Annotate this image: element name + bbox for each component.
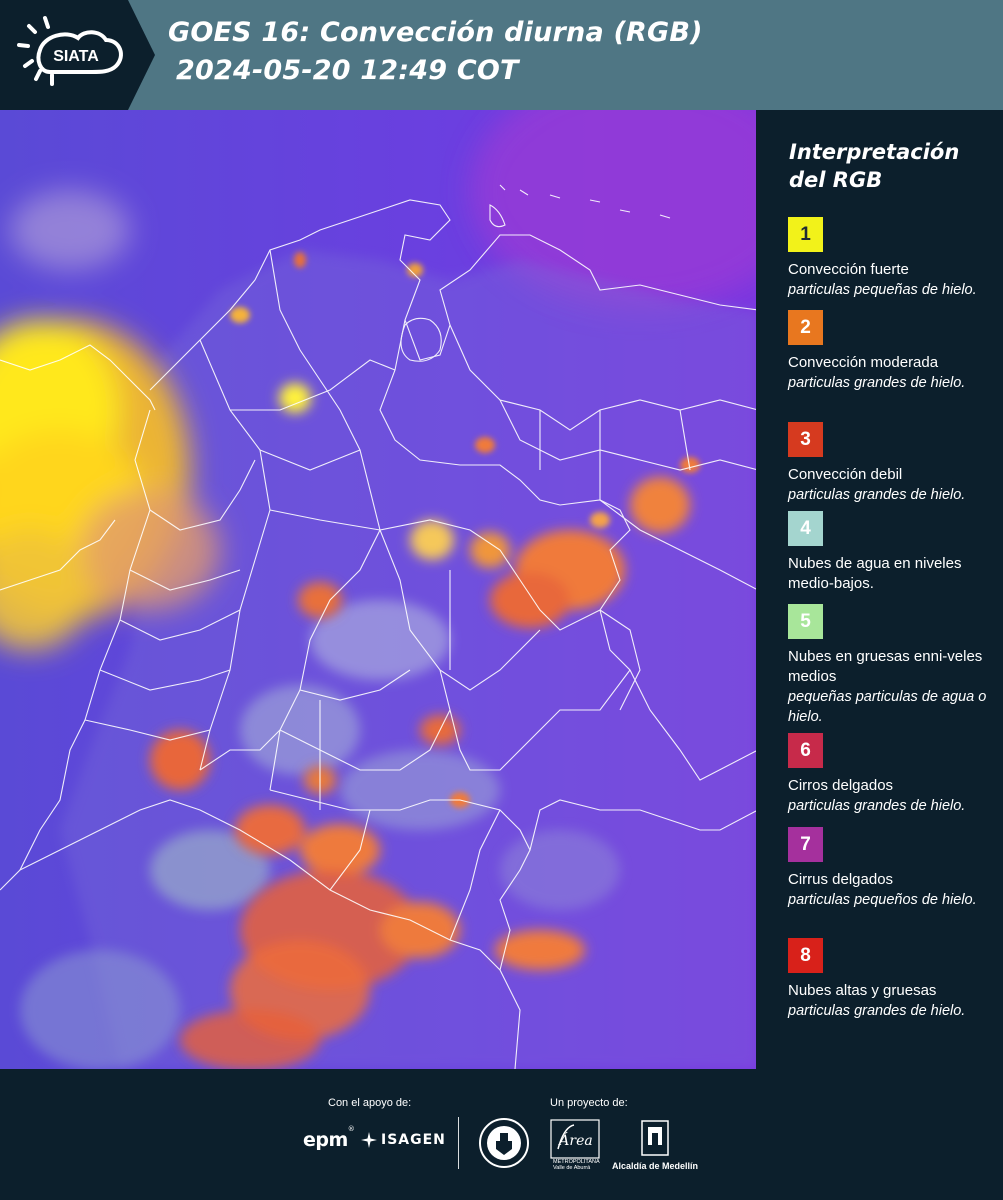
legend-desc-3: particulas grandes de hielo. bbox=[788, 487, 966, 503]
legend-swatch-6: 6 bbox=[788, 733, 823, 768]
legend-name-5: Nubes en gruesas enni-veles medios bbox=[788, 648, 983, 685]
legend-title: Interpretación del RGB bbox=[789, 140, 960, 192]
footer-divider bbox=[458, 1117, 459, 1169]
legend-swatch-5: 5 bbox=[788, 604, 823, 639]
legend-swatch-8: 8 bbox=[788, 938, 823, 973]
siata-logo[interactable]: SIATA bbox=[0, 0, 160, 110]
legend-entry-7: 7 Cirrus delgados particulas pequeños de… bbox=[788, 827, 988, 910]
legend-entry-8: 8 Nubes altas y gruesas particulas grand… bbox=[788, 938, 988, 1021]
alcaldia-label: Alcaldía de Medellín bbox=[612, 1161, 699, 1171]
legend-name-1: Convección fuerte bbox=[788, 261, 909, 278]
legend-desc-6: particulas grandes de hielo. bbox=[788, 798, 966, 814]
area-metropolitana-label: METROPOLITANA Valle de Aburrá bbox=[553, 1159, 600, 1171]
isagen-logo-text: ISAGEN bbox=[381, 1132, 446, 1148]
area-logo-name: Área bbox=[557, 1131, 592, 1149]
legend-swatch-3: 3 bbox=[788, 422, 823, 457]
satellite-map[interactable] bbox=[0, 110, 758, 1069]
legend-swatch-7: 7 bbox=[788, 827, 823, 862]
footer-bar: Con el apoyo de: Un proyecto de: epm® IS… bbox=[0, 1069, 1003, 1200]
support-label: Con el apoyo de: bbox=[328, 1097, 412, 1109]
legend-desc-7: particulas pequeños de hielo. bbox=[788, 892, 977, 908]
epm-logo-text: epm bbox=[303, 1129, 348, 1151]
legend-swatch-2: 2 bbox=[788, 310, 823, 345]
header-bar: SIATA GOES 16: Convección diurna (RGB) 2… bbox=[0, 0, 1003, 110]
area-sub2: Valle de Aburrá bbox=[553, 1165, 591, 1171]
gobernacion-seal-icon[interactable] bbox=[478, 1117, 530, 1169]
isagen-logo[interactable]: ISAGEN bbox=[360, 1131, 446, 1149]
alcaldia-building-icon[interactable] bbox=[640, 1119, 670, 1157]
legend-name-8: Nubes altas y gruesas bbox=[788, 982, 937, 999]
legend-name-3: Convección debil bbox=[788, 466, 903, 483]
area-metropolitana-icon[interactable]: Área bbox=[550, 1119, 600, 1159]
legend-entry-3: 3 Convección debil particulas grandes de… bbox=[788, 422, 988, 505]
legend-desc-1: particulas pequeñas de hielo. bbox=[788, 282, 977, 298]
title-line-2: 2024-05-20 12:49 COT bbox=[176, 55, 519, 86]
legend-swatch-4: 4 bbox=[788, 511, 823, 546]
legend-entry-2: 2 Convección moderada particulas grandes… bbox=[788, 310, 988, 393]
legend-swatch-1: 1 bbox=[788, 217, 823, 252]
legend-name-7: Cirrus delgados bbox=[788, 871, 894, 888]
legend-desc-2: particulas grandes de hielo. bbox=[788, 375, 966, 391]
isagen-star-icon bbox=[361, 1132, 377, 1148]
logo-text: SIATA bbox=[53, 48, 99, 65]
title-line-1: GOES 16: Convección diurna (RGB) bbox=[168, 17, 703, 48]
legend-desc-5: pequeñas particulas de agua o hielo. bbox=[788, 689, 987, 725]
legend-entry-5: 5 Nubes en gruesas enni-veles medios peq… bbox=[788, 604, 988, 727]
siata-sun-cloud-icon: SIATA bbox=[0, 0, 155, 110]
legend-desc-8: particulas grandes de hielo. bbox=[788, 1003, 966, 1019]
page-title: GOES 16: Convección diurna (RGB) 2024-05… bbox=[168, 14, 703, 90]
legend-entry-1: 1 Convección fuerte particulas pequeñas … bbox=[788, 217, 988, 300]
legend-name-4: Nubes de agua en niveles medio-bajos. bbox=[788, 555, 962, 592]
legend-panel: Interpretación del RGB 1 Convección fuer… bbox=[760, 110, 1003, 1069]
legend-entry-4: 4 Nubes de agua en niveles medio-bajos. bbox=[788, 511, 988, 594]
project-label: Un proyecto de: bbox=[550, 1097, 628, 1109]
legend-entry-6: 6 Cirros delgados particulas grandes de … bbox=[788, 733, 988, 816]
legend-name-6: Cirros delgados bbox=[788, 777, 894, 794]
epm-logo[interactable]: epm® bbox=[303, 1125, 355, 1151]
legend-name-2: Convección moderada bbox=[788, 354, 939, 371]
